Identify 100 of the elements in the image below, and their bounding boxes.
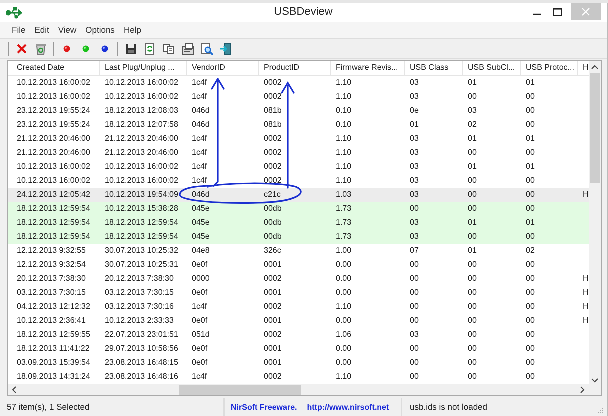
credit-link[interactable]: NirSoft Freeware. <box>231 402 298 412</box>
table-row[interactable]: 18.12.2013 12:59:54 18.12.2013 12:59:54 045e 00db 1.73 03 00 00 <box>8 230 589 244</box>
table-cell-text: 00 <box>409 287 420 299</box>
column-header[interactable]: VendorID <box>187 61 259 75</box>
website-link[interactable]: http://www.nirsoft.net <box>307 402 390 412</box>
table-cell-text: 0001 <box>263 357 283 369</box>
table-cell-text: 03.12.2013 7:30:15 <box>16 287 87 299</box>
table-row[interactable]: 18.12.2013 12:59:54 18.12.2013 12:59:54 045e 00db 1.73 03 01 01 <box>8 216 589 230</box>
column-header[interactable]: Created Date <box>12 61 100 75</box>
table-cell-text: 00 <box>525 231 536 243</box>
table-cell-text: 10.12.2013 16:00:02 <box>104 77 180 89</box>
table-cell-text: 10.12.2013 16:00:02 <box>16 175 92 187</box>
table-cell-text: 00 <box>467 287 478 299</box>
table-row[interactable]: 12.12.2013 9:32:55 30.07.2013 10:25:32 04e8 326c 1.00 07 01 02 <box>8 244 589 258</box>
table-row[interactable]: 24.12.2013 12:05:42 10.12.2013 19:54:09 046d c21c 1.03 03 00 00 H <box>8 188 589 202</box>
table-cell-text: 00 <box>525 105 536 117</box>
table-cell-text: 00 <box>525 175 536 187</box>
table-cell-text: 045e <box>191 203 211 215</box>
table-cell-text: 00 <box>525 189 536 201</box>
table-cell-text: 1c4f <box>191 133 208 145</box>
menu-item[interactable]: Edit <box>30 24 54 36</box>
table-row[interactable]: 18.12.2013 12:59:55 22.07.2013 23:01:51 051d 0002 1.06 03 00 00 <box>8 328 589 342</box>
table-cell-text: 0e0f <box>191 259 209 271</box>
trash-icon[interactable] <box>34 42 48 56</box>
refresh-icon[interactable] <box>142 42 156 56</box>
column-header[interactable]: ProductID <box>259 61 331 75</box>
scroll-down-icon[interactable] <box>591 378 599 383</box>
table-cell-text: 0002 <box>263 371 283 383</box>
table-cell-text: 1.10 <box>335 133 353 145</box>
menu-item[interactable]: Help <box>120 24 146 36</box>
table-row[interactable]: 18.12.2013 12:59:54 10.12.2013 15:38:28 045e 00db 1.73 00 00 00 <box>8 202 589 216</box>
menu-item[interactable]: View <box>54 24 81 36</box>
table-cell-text: 10.12.2013 16:00:02 <box>104 161 180 173</box>
find-icon[interactable] <box>200 42 214 56</box>
table-cell-text: 00 <box>409 301 420 313</box>
table-cell-text: 00 <box>467 315 478 327</box>
table-row[interactable]: 03.12.2013 7:30:15 03.12.2013 7:30:15 0e0f 0001 0.00 00 00 00 H <box>8 286 589 300</box>
save-icon[interactable] <box>124 42 138 56</box>
properties-icon[interactable] <box>180 42 194 56</box>
table-row[interactable]: 10.12.2013 16:00:02 10.12.2013 16:00:02 1c4f 0002 1.10 03 00 00 <box>8 174 589 188</box>
table-cell-text: 02 <box>467 119 478 131</box>
table-cell-text: 20.12.2013 7:38:30 <box>104 273 175 285</box>
scrollbar-thumb[interactable] <box>179 384 301 394</box>
table-cell-text: 00 <box>525 301 536 313</box>
table-row[interactable]: 21.12.2013 20:46:00 21.12.2013 20:46:00 1c4f 0002 1.10 03 01 01 <box>8 132 589 146</box>
table-row[interactable]: 18.09.2013 14:31:24 23.08.2013 16:48:16 1c4f 0002 1.10 00 00 00 <box>8 370 589 384</box>
copy-icon[interactable] <box>162 42 176 56</box>
menu-item[interactable]: File <box>8 24 30 36</box>
table-row[interactable]: 04.12.2013 12:12:32 03.12.2013 7:30:16 1c4f 0002 1.10 00 00 00 H <box>8 300 589 314</box>
table-row[interactable]: 10.12.2013 16:00:02 10.12.2013 16:00:02 1c4f 0002 1.10 03 01 01 <box>8 76 589 90</box>
maximize-icon <box>552 8 562 16</box>
table-cell-text: 18.12.2013 12:59:54 <box>16 231 92 243</box>
table-cell-text: 0000 <box>191 273 211 285</box>
resize-grip-icon[interactable] <box>597 407 604 414</box>
table-cell-text: 23.08.2013 16:48:16 <box>104 371 180 383</box>
table-cell-text: 1c4f <box>191 175 208 187</box>
table-cell-text: 00 <box>409 371 420 383</box>
table-row[interactable]: 10.12.2013 16:00:02 10.12.2013 16:00:02 1c4f 0002 1.10 03 00 00 <box>8 90 589 104</box>
table-row[interactable]: 10.12.2013 2:36:41 10.12.2013 2:33:33 0e0f 0001 0.00 00 00 00 H <box>8 314 589 328</box>
column-header[interactable]: USB Class <box>405 61 463 75</box>
table-cell-text: 21.12.2013 20:46:00 <box>16 147 92 159</box>
table-cell-text: 03 <box>467 105 478 117</box>
table-cell-text: 1c4f <box>191 161 208 173</box>
scrollbar-thumb[interactable] <box>590 73 600 183</box>
table-row[interactable]: 12.12.2013 9:32:54 30.07.2013 10:25:31 0e0f 0001 0.00 00 00 00 <box>8 258 589 272</box>
exit-icon[interactable] <box>218 42 232 56</box>
column-header[interactable]: USB SubCl... <box>463 61 521 75</box>
table-row[interactable]: 20.12.2013 7:38:30 20.12.2013 7:38:30 0000 0002 0.00 00 00 00 H <box>8 272 589 286</box>
menu-item[interactable]: Options <box>82 24 119 36</box>
table-cell-text: 18.12.2013 12:59:54 <box>16 203 92 215</box>
table-cell-text: 0002 <box>263 77 283 89</box>
delete-icon[interactable] <box>14 42 28 56</box>
column-header[interactable]: Firmware Revis... <box>331 61 405 75</box>
scroll-left-icon[interactable] <box>12 386 17 394</box>
table-row[interactable]: 03.09.2013 15:39:54 23.08.2013 16:48:15 0e0f 0001 0.00 00 00 00 <box>8 356 589 370</box>
table-cell-text: 00db <box>263 203 283 215</box>
table-cell-text: 29.07.2013 10:58:56 <box>104 343 180 355</box>
scroll-right-icon[interactable] <box>580 386 585 394</box>
table-cell-text: 0e0f <box>191 343 209 355</box>
table-row[interactable]: 10.12.2013 16:00:02 10.12.2013 16:00:02 1c4f 0002 1.10 03 01 01 <box>8 160 589 174</box>
table-cell-text: 00 <box>525 343 536 355</box>
table-row[interactable]: 23.12.2013 19:55:24 18.12.2013 12:08:03 046d 081b 0.10 0e 03 00 <box>8 104 589 118</box>
table-cell-text: 21.12.2013 20:46:00 <box>104 147 180 159</box>
table-cell-text: 10.12.2013 16:00:02 <box>16 77 92 89</box>
table-cell-text: 24.12.2013 12:05:42 <box>16 189 92 201</box>
table-row[interactable]: 18.12.2013 11:41:22 29.07.2013 10:58:56 0e0f 0001 0.00 00 00 00 <box>8 342 589 356</box>
table-cell-text: 00 <box>409 259 420 271</box>
table-cell-text: H <box>582 287 590 299</box>
column-header[interactable]: USB Protoc... <box>521 61 578 75</box>
table-row[interactable]: 23.12.2013 19:55:24 18.12.2013 12:07:58 046d 081b 0.10 01 02 00 <box>8 118 589 132</box>
table-cell-text: 18.09.2013 14:31:24 <box>16 371 92 383</box>
table-cell-text: 1.10 <box>335 77 353 89</box>
table-cell-text: 1.10 <box>335 371 353 383</box>
column-header[interactable]: Last Plug/Unplug ... <box>100 61 187 75</box>
table-cell-text: 1.73 <box>335 203 353 215</box>
scroll-up-icon[interactable] <box>591 65 599 70</box>
table-cell-text: 00 <box>467 273 478 285</box>
table-cell-text: 00 <box>467 147 478 159</box>
table-cell-text: 051d <box>191 329 211 341</box>
table-row[interactable]: 21.12.2013 20:46:00 21.12.2013 20:46:00 1c4f 0002 1.10 03 00 00 <box>8 146 589 160</box>
